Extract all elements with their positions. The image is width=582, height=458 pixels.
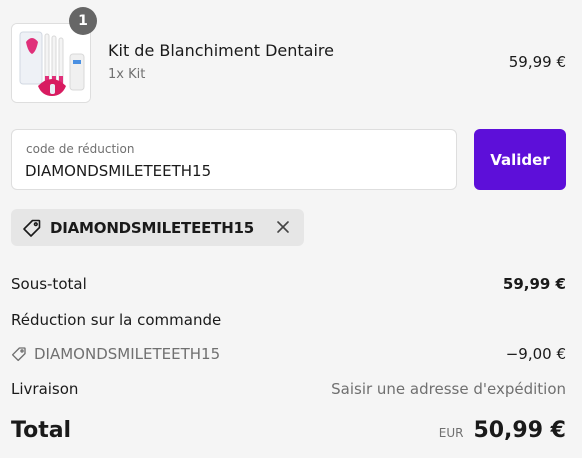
order-discount-row: Réduction sur la commande <box>11 311 566 335</box>
product-name: Kit de Blanchiment Dentaire <box>108 41 334 60</box>
subtotal-label: Sous-total <box>11 275 87 293</box>
total-label: Total <box>11 418 72 443</box>
order-discount-label: Réduction sur la commande <box>11 311 222 329</box>
discount-code-text: DIAMONDSMILETEETH15 <box>34 345 221 363</box>
discount-code-row: DIAMONDSMILETEETH15 −9,00 € <box>11 345 566 369</box>
subtotal-value: 59,99 € <box>502 275 566 293</box>
apply-discount-button[interactable]: Valider <box>474 129 566 190</box>
tag-icon <box>22 218 42 238</box>
total-row: Total EUR 50,99 € <box>11 418 566 450</box>
discount-code-line: DIAMONDSMILETEETH15 <box>11 345 220 363</box>
close-icon[interactable] <box>274 218 292 236</box>
discount-code-input[interactable] <box>25 160 445 182</box>
discount-code-field[interactable]: code de réduction <box>11 129 457 190</box>
product-price: 59,99 € <box>508 53 566 71</box>
shipping-row: Livraison Saisir une adresse d'expéditio… <box>11 380 566 404</box>
currency-code: EUR <box>438 426 464 440</box>
total-amount: 50,99 € <box>473 418 566 443</box>
tag-icon <box>11 347 26 362</box>
product-variant: 1x Kit <box>108 67 146 82</box>
shipping-value: Saisir une adresse d'expédition <box>331 380 566 398</box>
applied-discount-code: DIAMONDSMILETEETH15 <box>50 218 255 237</box>
total-price: EUR 50,99 € <box>439 418 566 443</box>
teeth-whitening-kit-image <box>12 24 90 102</box>
discount-code-label: code de réduction <box>26 142 135 156</box>
cart-line-item: 1 Kit de Blanchiment Dentaire 1x Kit 59,… <box>0 0 582 112</box>
discount-amount: −9,00 € <box>505 345 566 363</box>
shipping-label: Livraison <box>11 380 79 398</box>
applied-discount-chip: DIAMONDSMILETEETH15 <box>11 209 304 246</box>
subtotal-row: Sous-total 59,99 € <box>11 275 566 299</box>
product-thumbnail <box>11 23 91 103</box>
quantity-badge: 1 <box>69 7 97 35</box>
